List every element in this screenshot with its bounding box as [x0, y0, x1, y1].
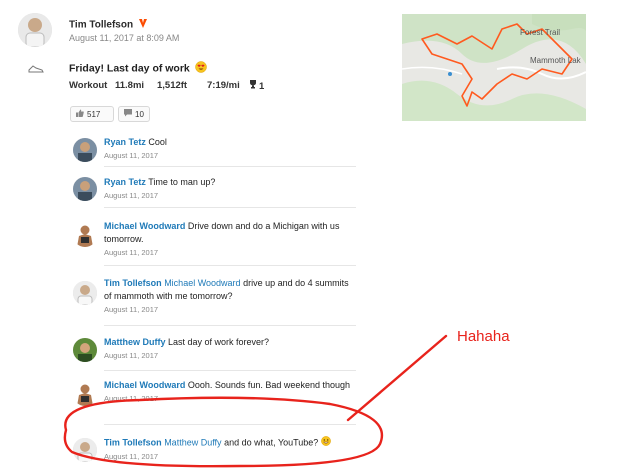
- divider: [104, 370, 356, 371]
- divider: [104, 207, 356, 208]
- comment-item: Michael Woodward Drive down and do a Mic…: [68, 218, 358, 268]
- comment-item: Tim Tollefson Matthew Duffy and do what,…: [68, 434, 358, 470]
- commenter-avatar[interactable]: [73, 338, 97, 362]
- commenter-avatar[interactable]: [73, 223, 97, 247]
- comment-date: August 11, 2017: [104, 394, 159, 403]
- achievements-stat: 1: [249, 80, 264, 92]
- athlete-avatar[interactable]: [18, 13, 52, 47]
- map-label-forest-trail: Forest Trail: [520, 28, 561, 37]
- shoe-icon: [28, 61, 44, 73]
- stat-distance: 11.8mi: [115, 80, 145, 91]
- trophy-icon: [249, 80, 257, 92]
- divider: [104, 166, 356, 167]
- comment-date: August 11, 2017: [104, 248, 159, 257]
- comment-date: August 11, 2017: [104, 151, 159, 160]
- comment-mention[interactable]: Michael Woodward: [164, 278, 240, 288]
- divider: [104, 325, 356, 326]
- comment-date: August 11, 2017: [104, 305, 159, 314]
- comment-text: Last day of work forever?: [168, 337, 270, 347]
- athlete-name[interactable]: Tim Tollefson: [69, 20, 133, 31]
- comment-author[interactable]: Ryan Tetz: [104, 177, 146, 187]
- comments-count: 10: [135, 109, 144, 119]
- divider: [104, 424, 356, 425]
- comment-item: Ryan Tetz Time to man up? August 11, 201…: [68, 174, 358, 210]
- comment-mention[interactable]: Matthew Duffy: [164, 437, 221, 447]
- activity-title[interactable]: Friday! Last day of work: [69, 62, 190, 74]
- comment-date: August 11, 2017: [104, 191, 159, 200]
- annotation-text: Hahaha: [457, 328, 510, 345]
- activity-timestamp: August 11, 2017 at 8:09 AM: [69, 33, 180, 43]
- annotation-arrow-line: [346, 334, 448, 422]
- comment-author[interactable]: Michael Woodward: [104, 221, 185, 231]
- commenter-avatar[interactable]: [73, 138, 97, 162]
- commenter-avatar[interactable]: [73, 382, 97, 406]
- grin-emoji-icon: [320, 436, 331, 450]
- comment-date: August 11, 2017: [104, 452, 159, 461]
- comment-author[interactable]: Tim Tollefson: [104, 437, 162, 447]
- commenter-avatar[interactable]: [73, 281, 97, 305]
- comment-item: Matthew Duffy Last day of work forever? …: [68, 334, 358, 370]
- comment-text: and do what, YouTube?: [224, 437, 319, 448]
- subscriber-badge-icon: [138, 19, 147, 31]
- kudos-count: 517: [87, 109, 101, 119]
- comment-author[interactable]: Matthew Duffy: [104, 337, 166, 347]
- route-map[interactable]: Forest Trail Mammoth Lak: [402, 14, 586, 121]
- kudos-button[interactable]: 517: [70, 106, 114, 122]
- comment-item: Tim Tollefson Michael Woodward drive up …: [68, 275, 358, 327]
- heart-eyes-emoji-icon: [194, 61, 207, 76]
- activity-type: Workout: [69, 80, 108, 91]
- comment-item: Ryan Tetz Cool August 11, 2017: [68, 134, 358, 170]
- comment-date: August 11, 2017: [104, 351, 159, 360]
- comment-icon: [124, 109, 132, 119]
- comment-author[interactable]: Tim Tollefson: [104, 278, 162, 288]
- comment-author[interactable]: Ryan Tetz: [104, 137, 146, 147]
- comment-text: Oooh. Sounds fun. Bad weekend though: [187, 380, 350, 390]
- commenter-avatar[interactable]: [73, 177, 97, 201]
- comment-text: Cool: [148, 137, 167, 147]
- comment-author[interactable]: Michael Woodward: [104, 380, 185, 390]
- comment-item: Michael Woodward Oooh. Sounds fun. Bad w…: [68, 377, 358, 427]
- stat-elevation: 1,512ft: [157, 80, 188, 91]
- map-label-mammoth-lakes: Mammoth Lak: [530, 56, 581, 65]
- thumbs-up-icon: [76, 109, 84, 119]
- comment-text: Time to man up?: [148, 177, 216, 187]
- commenter-avatar[interactable]: [73, 438, 97, 462]
- stat-pace: 7:19/mi: [207, 80, 240, 91]
- divider: [104, 265, 356, 266]
- comments-button[interactable]: 10: [118, 106, 150, 122]
